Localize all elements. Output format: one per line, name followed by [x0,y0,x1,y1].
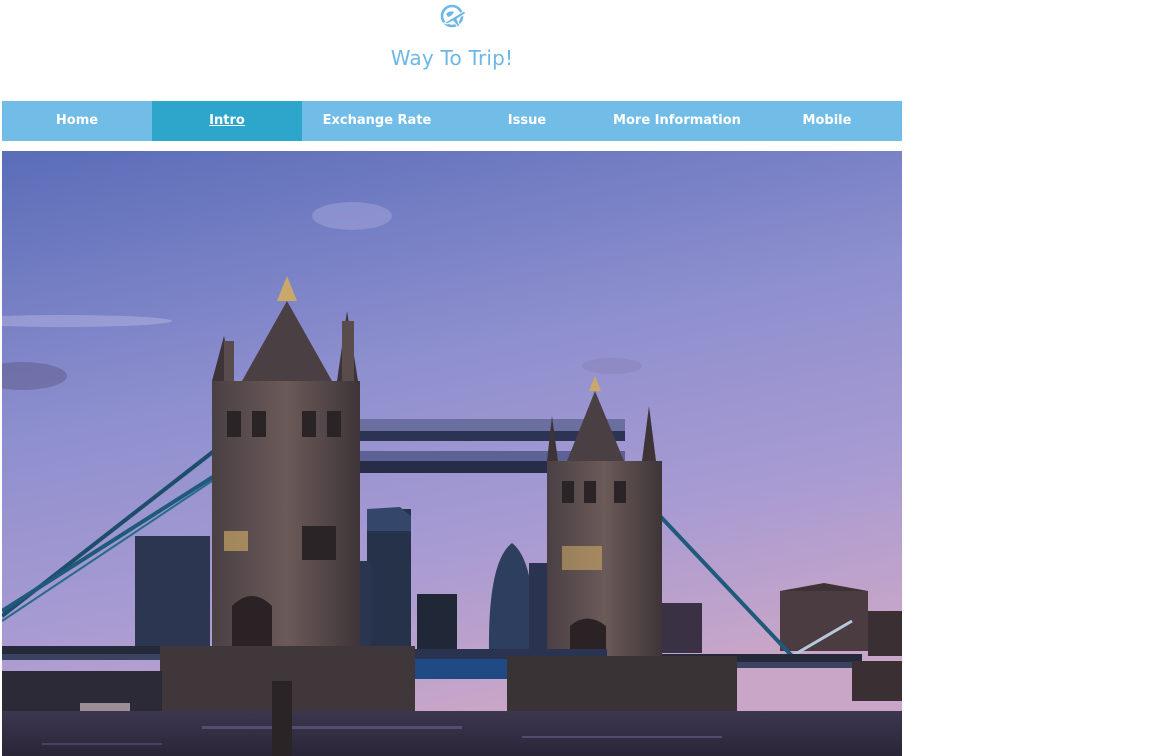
nav-item-exchange-rate[interactable]: Exchange Rate [302,101,452,141]
nav-item-mobile[interactable]: Mobile [752,101,902,141]
nav-item-home[interactable]: Home [2,101,152,141]
plane-globe-icon[interactable] [438,2,468,30]
site-title[interactable]: Way To Trip! [2,46,902,70]
main-nav: Home Intro Exchange Rate Issue More Info… [2,101,902,141]
tower-bridge-photo [2,151,902,756]
site-header: Way To Trip! [2,0,902,100]
nav-item-more-information[interactable]: More Information [602,101,752,141]
page: Way To Trip! Home Intro Exchange Rate Is… [0,0,1152,756]
hero-image [2,151,902,756]
nav-item-intro[interactable]: Intro [152,101,302,141]
nav-item-issue[interactable]: Issue [452,101,602,141]
